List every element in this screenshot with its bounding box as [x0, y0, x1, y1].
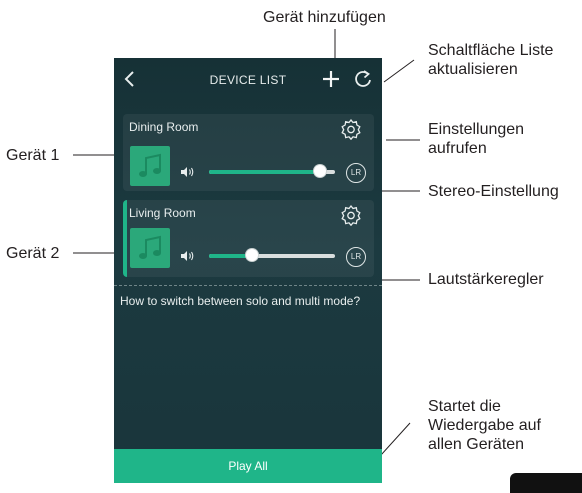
top-bar: DEVICE LIST: [114, 58, 382, 102]
annotation-settings-line2: aufrufen: [428, 140, 487, 157]
album-artwork: [130, 228, 170, 268]
settings-button[interactable]: [340, 118, 362, 141]
annotation-settings-line1: Einstellungen: [428, 121, 525, 138]
play-all-button[interactable]: Play All: [114, 449, 382, 483]
annotation-device-1: Gerät 1: [6, 147, 60, 164]
annotation-stereo: Stereo-Einstellung: [428, 183, 559, 200]
phone-screen: DEVICE LIST Dining Room LR Living Room L…: [114, 58, 382, 483]
volume-slider[interactable]: [209, 165, 335, 177]
corner-tab: [510, 473, 582, 493]
annotation-volume: Lautstärkeregler: [428, 271, 544, 288]
plus-icon: [323, 71, 339, 87]
device-card-living-room[interactable]: Living Room LR: [123, 200, 374, 277]
volume-slider-knob[interactable]: [313, 165, 326, 177]
annotation-refresh-list: Schaltfläche Liste aktualisieren: [428, 41, 553, 79]
annotation-settings: Einstellungen aufrufen: [428, 120, 524, 158]
divider: [114, 285, 382, 286]
annotation-play-all: Startet die Wiedergabe auf allen Geräten: [428, 397, 541, 454]
device-name: Dining Room: [129, 120, 199, 134]
settings-button[interactable]: [340, 204, 362, 227]
annotation-play-all-line1: Startet die: [428, 398, 501, 415]
speaker-icon: [180, 249, 196, 263]
album-artwork: [130, 146, 170, 186]
solo-multi-help-link[interactable]: How to switch between solo and multi mod…: [120, 294, 360, 308]
annotation-add-device: Gerät hinzufügen: [263, 9, 386, 26]
gear-icon: [341, 204, 361, 227]
volume-slider[interactable]: [209, 249, 335, 261]
device-card-dining-room[interactable]: Dining Room LR: [123, 114, 374, 191]
refresh-icon: [355, 70, 371, 87]
speaker-icon: [180, 165, 196, 179]
stereo-lr-button[interactable]: LR: [346, 247, 366, 267]
volume-slider-fill: [209, 170, 320, 174]
annotation-play-all-line3: allen Geräten: [428, 436, 525, 453]
annotation-refresh-line2: aktualisieren: [428, 61, 518, 78]
stereo-lr-button[interactable]: LR: [346, 163, 366, 183]
music-note-icon: [139, 153, 161, 177]
add-device-button[interactable]: [320, 67, 342, 91]
annotation-refresh-line1: Schaltfläche Liste: [428, 42, 554, 59]
gear-icon: [341, 118, 361, 141]
music-note-icon: [139, 235, 161, 259]
volume-slider-knob[interactable]: [245, 249, 258, 261]
refresh-list-button[interactable]: [352, 68, 374, 90]
device-name: Living Room: [129, 206, 196, 220]
annotation-play-all-line2: Wiedergabe auf: [428, 417, 541, 434]
annotation-device-2: Gerät 2: [6, 245, 60, 262]
